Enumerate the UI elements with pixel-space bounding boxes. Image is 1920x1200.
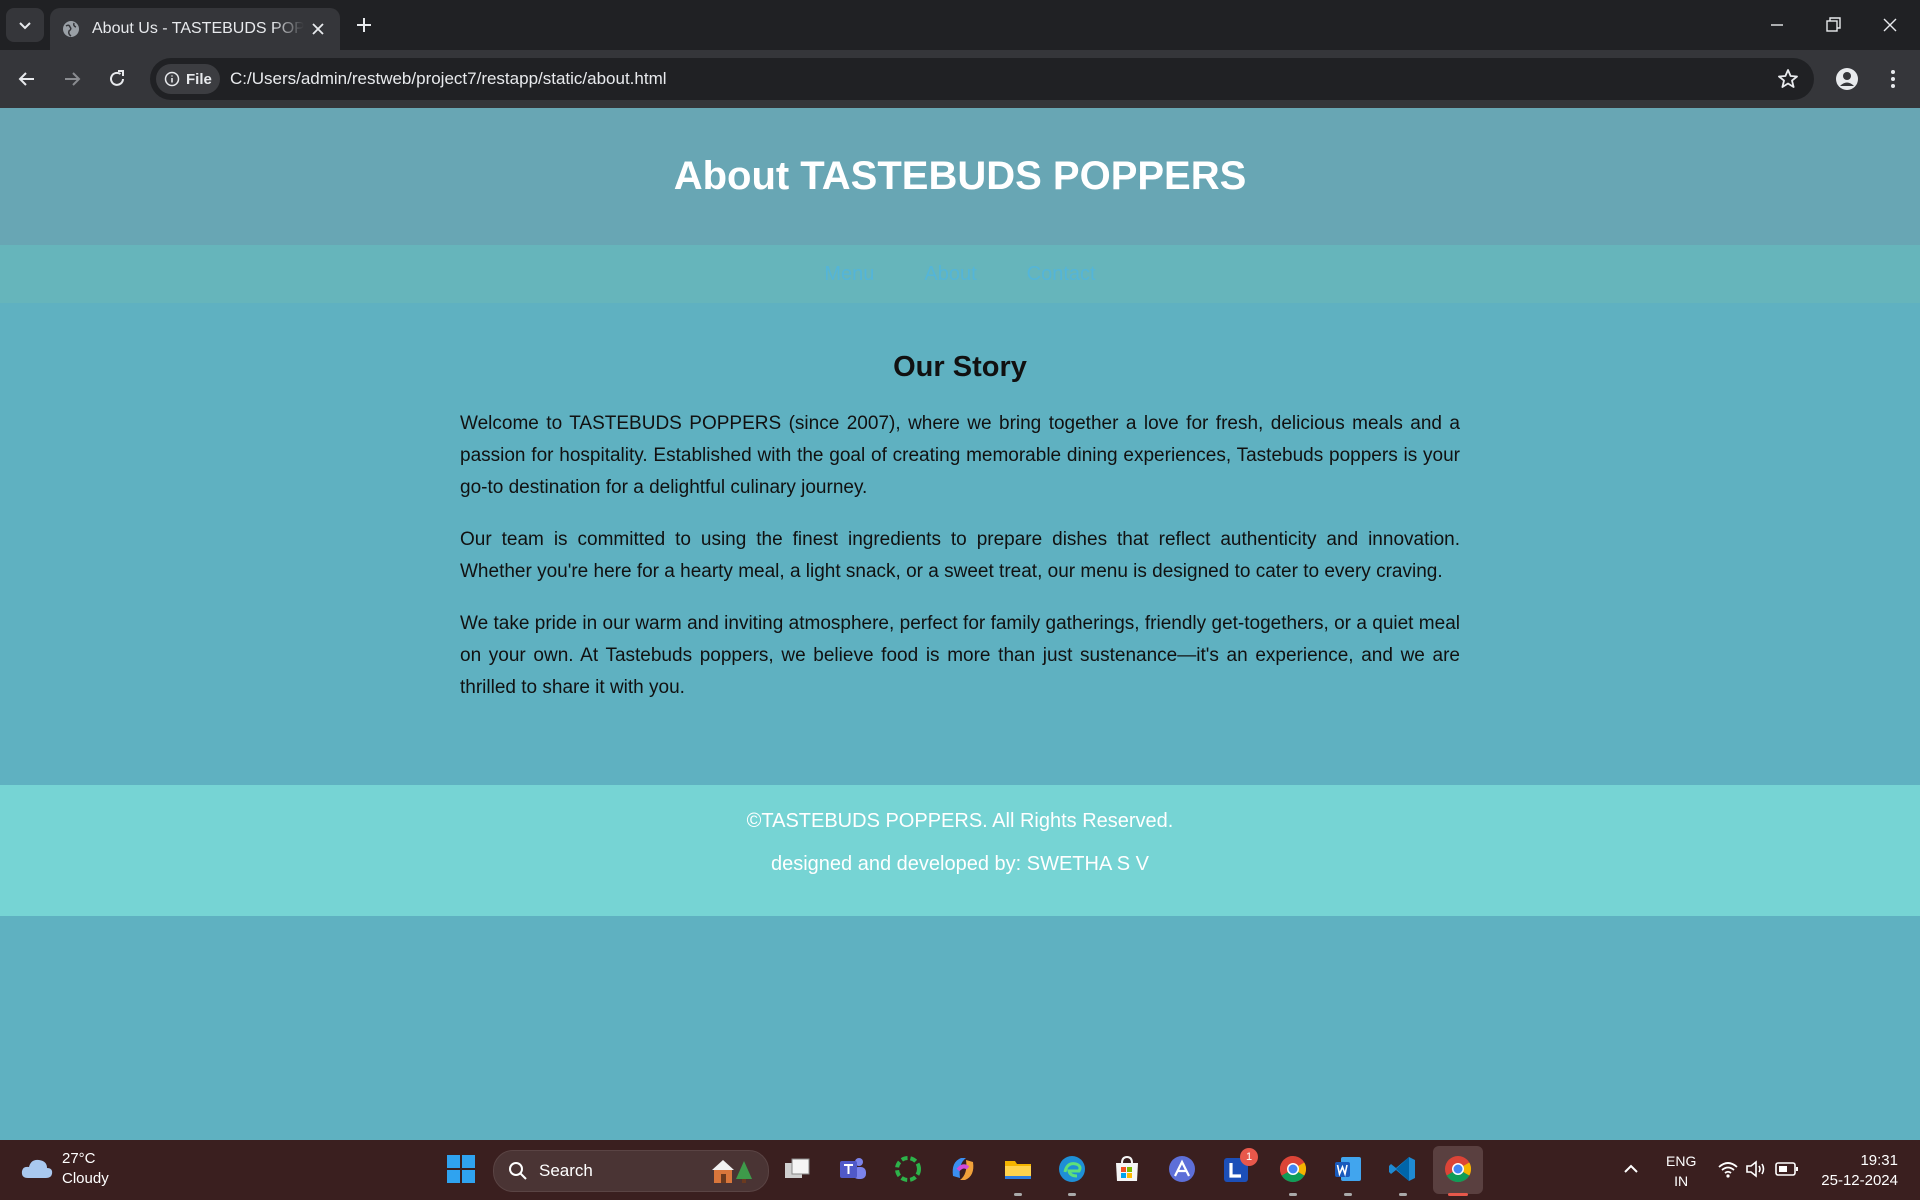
letter-l-app-icon[interactable]: 1 (1220, 1148, 1258, 1186)
wifi-icon[interactable] (1717, 1159, 1739, 1179)
chrome-icon[interactable] (1276, 1152, 1310, 1186)
file-explorer-icon[interactable] (1001, 1152, 1035, 1186)
nav-link-contact[interactable]: Contact (1027, 263, 1096, 286)
minimize-icon[interactable] (1765, 13, 1789, 37)
taskbar-search[interactable]: Search (493, 1150, 769, 1192)
search-label: Search (539, 1161, 593, 1180)
weather-widget[interactable]: 27°C Cloudy (20, 1149, 109, 1189)
word-icon[interactable] (1331, 1152, 1365, 1186)
clock-time: 19:31 (1860, 1152, 1898, 1169)
chevron-up-icon[interactable] (1622, 1162, 1640, 1176)
search-icon (509, 1162, 527, 1180)
clock-date: 25-12-2024 (1821, 1172, 1898, 1189)
url-text[interactable]: C:/Users/admin/restweb/project7/restapp/… (230, 69, 667, 89)
restore-icon[interactable] (1821, 13, 1845, 37)
web-page: About TASTEBUDS POPPERS Menu About Conta… (0, 108, 1920, 1140)
nav-link-about[interactable]: About (924, 263, 976, 286)
back-arrow-icon[interactable] (15, 67, 39, 91)
window-close-icon[interactable] (1878, 13, 1902, 37)
microsoft-store-icon[interactable] (1110, 1152, 1144, 1186)
running-indicator (1399, 1193, 1407, 1196)
site-header: About TASTEBUDS POPPERS (0, 108, 1920, 245)
battery-icon[interactable] (1775, 1161, 1799, 1177)
info-icon (164, 71, 180, 87)
active-indicator (1448, 1193, 1468, 1196)
story-heading: Our Story (893, 351, 1027, 383)
new-tab-plus-icon[interactable] (352, 13, 376, 37)
chevron-down-icon (19, 22, 31, 30)
site-info-chip[interactable]: File (156, 64, 220, 94)
chrome-active-icon[interactable] (1441, 1152, 1475, 1186)
story-paragraph: Our team is committed to using the fines… (460, 529, 1460, 582)
running-indicator (1344, 1193, 1352, 1196)
reload-icon[interactable] (105, 67, 129, 91)
profile-avatar-icon[interactable] (1835, 67, 1859, 91)
browser-toolbar: File C:/Users/admin/restweb/project7/res… (0, 50, 1920, 108)
input-language[interactable]: ENG IN (1666, 1151, 1696, 1191)
address-bar[interactable]: File C:/Users/admin/restweb/project7/res… (150, 58, 1814, 100)
more-options-icon[interactable] (1881, 67, 1905, 91)
notification-badge: 1 (1240, 1148, 1258, 1166)
running-indicator (1068, 1193, 1076, 1196)
volume-icon[interactable] (1745, 1159, 1767, 1179)
task-view-icon[interactable] (780, 1152, 814, 1186)
story-paragraph: Welcome to TASTEBUDS POPPERS (since 2007… (460, 413, 1460, 498)
weather-desc: Cloudy (62, 1170, 109, 1187)
proton-vpn-icon[interactable] (1165, 1152, 1199, 1186)
running-indicator (1014, 1193, 1022, 1196)
site-nav: Menu About Contact (0, 245, 1920, 303)
browser-tab-active[interactable]: About Us - TASTEBUDS POPPERS (50, 8, 340, 50)
tab-title: About Us - TASTEBUDS POPPERS (92, 20, 304, 37)
story-section: Our Story Welcome to TASTEBUDS POPPERS (… (460, 303, 1460, 704)
windows-taskbar: 27°C Cloudy Search 1 ENG IN 19:31 25-12-… (0, 1140, 1920, 1200)
close-icon[interactable] (308, 19, 328, 39)
site-chip-label: File (186, 70, 212, 88)
site-footer: ©TASTEBUDS POPPERS. All Rights Reserved.… (0, 785, 1920, 916)
forward-arrow-icon[interactable] (60, 67, 84, 91)
footer-copyright: ©TASTEBUDS POPPERS. All Rights Reserved. (746, 810, 1174, 832)
running-indicator (1289, 1193, 1297, 1196)
cloud-icon (21, 1159, 53, 1178)
region-code: IN (1674, 1173, 1689, 1189)
globe-icon (63, 21, 79, 37)
footer-credit: designed and developed by: SWETHA S V (770, 853, 1149, 875)
teams-icon[interactable] (836, 1152, 870, 1186)
browser-tab-bar: About Us - TASTEBUDS POPPERS (0, 0, 1920, 50)
nav-link-menu[interactable]: Menu (824, 263, 874, 286)
vscode-icon[interactable] (1386, 1152, 1420, 1186)
bookmark-star-icon[interactable] (1776, 67, 1800, 91)
windows-start-icon[interactable] (444, 1152, 478, 1186)
tab-search-button[interactable] (6, 8, 44, 42)
holiday-house-icon (712, 1160, 752, 1183)
story-paragraph: We take pride in our warm and inviting a… (460, 613, 1460, 698)
edge-browser-icon[interactable] (1055, 1152, 1089, 1186)
circular-app-icon[interactable] (891, 1152, 925, 1186)
copilot-icon[interactable] (946, 1152, 980, 1186)
lang-code: ENG (1666, 1153, 1697, 1169)
weather-temp: 27°C (62, 1150, 96, 1167)
system-clock[interactable]: 19:31 25-12-2024 (1821, 1151, 1898, 1191)
page-title: About TASTEBUDS POPPERS (673, 154, 1247, 198)
